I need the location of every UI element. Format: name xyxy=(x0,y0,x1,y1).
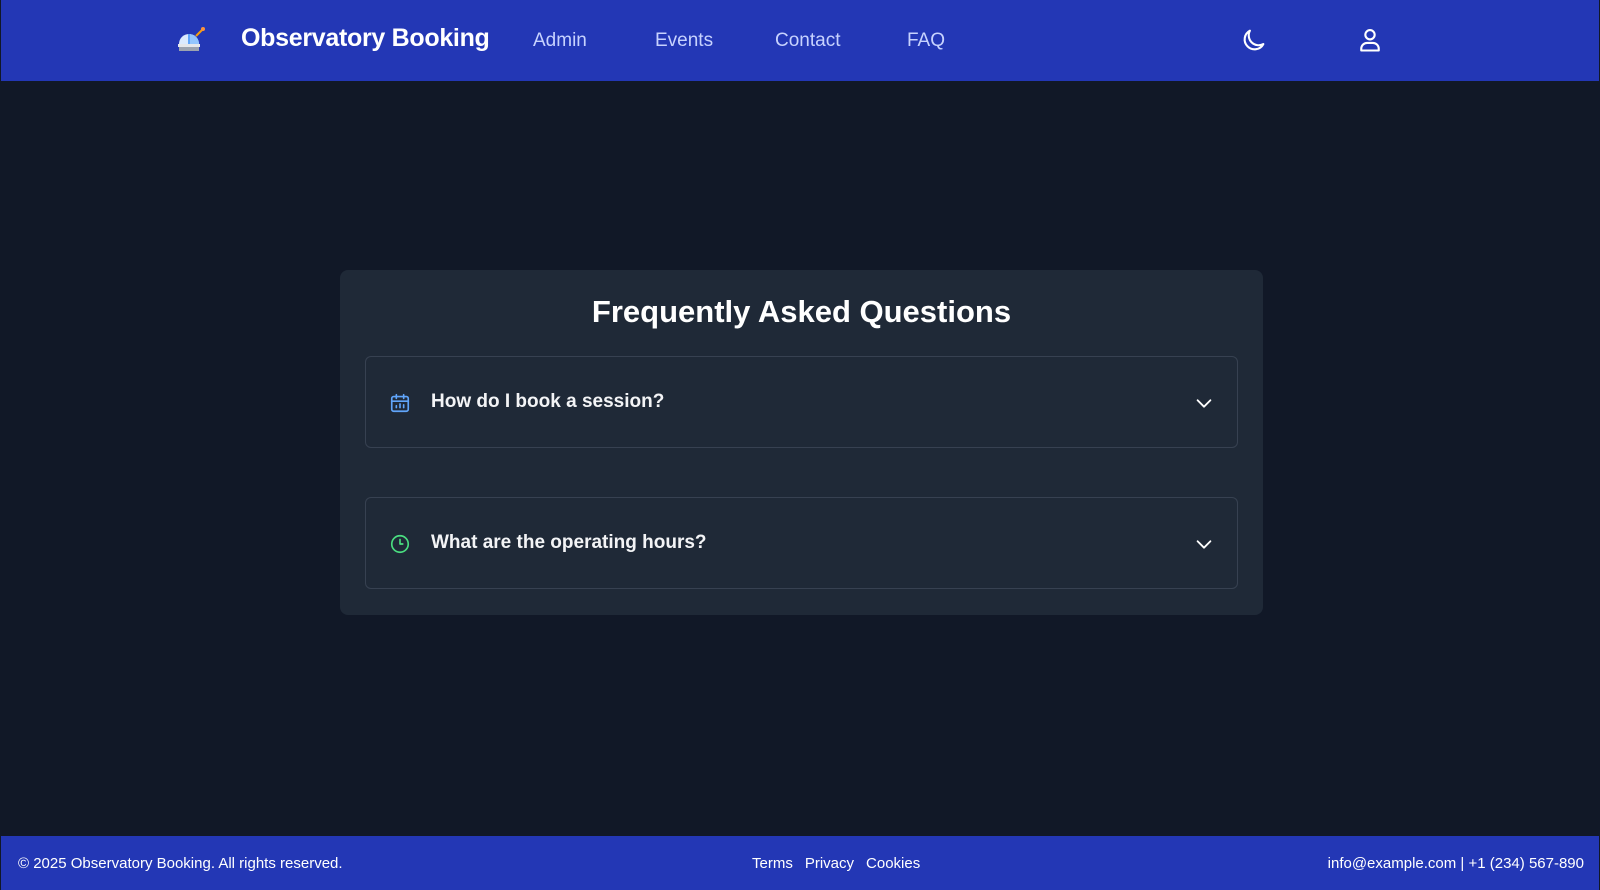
faq-question: How do I book a session? xyxy=(431,391,665,412)
clock-icon xyxy=(390,534,410,554)
footer-link-privacy[interactable]: Privacy xyxy=(805,855,854,872)
user-icon[interactable] xyxy=(1356,26,1384,54)
footer-links: Terms Privacy Cookies xyxy=(752,855,932,872)
faq-item-hours[interactable]: What are the operating hours? xyxy=(365,497,1238,589)
nav-link-events[interactable]: Events xyxy=(655,30,713,52)
chevron-down-icon[interactable] xyxy=(1193,533,1215,555)
nav-link-contact[interactable]: Contact xyxy=(775,30,840,52)
nav-link-faq[interactable]: FAQ xyxy=(907,30,945,52)
brand-title[interactable]: Observatory Booking xyxy=(241,24,490,53)
observatory-icon[interactable] xyxy=(176,26,206,54)
faq-item-booking[interactable]: How do I book a session? xyxy=(365,356,1238,448)
calendar-icon xyxy=(390,393,410,413)
faq-card: Frequently Asked Questions How do I book… xyxy=(340,270,1263,615)
chevron-down-icon[interactable] xyxy=(1193,392,1215,414)
moon-icon[interactable] xyxy=(1240,26,1268,54)
faq-title: Frequently Asked Questions xyxy=(591,294,1012,329)
site-footer: © 2025 Observatory Booking. All rights r… xyxy=(1,836,1599,890)
footer-link-cookies[interactable]: Cookies xyxy=(866,855,920,872)
faq-question: What are the operating hours? xyxy=(431,532,707,553)
contact-info: info@example.com | +1 (234) 567-890 xyxy=(1327,855,1584,872)
top-navbar: Observatory Booking Admin Events Contact… xyxy=(1,0,1599,81)
footer-link-terms[interactable]: Terms xyxy=(752,855,793,872)
nav-link-admin[interactable]: Admin xyxy=(533,30,587,52)
copyright-text: © 2025 Observatory Booking. All rights r… xyxy=(18,855,343,872)
page: Observatory Booking Admin Events Contact… xyxy=(1,0,1599,890)
